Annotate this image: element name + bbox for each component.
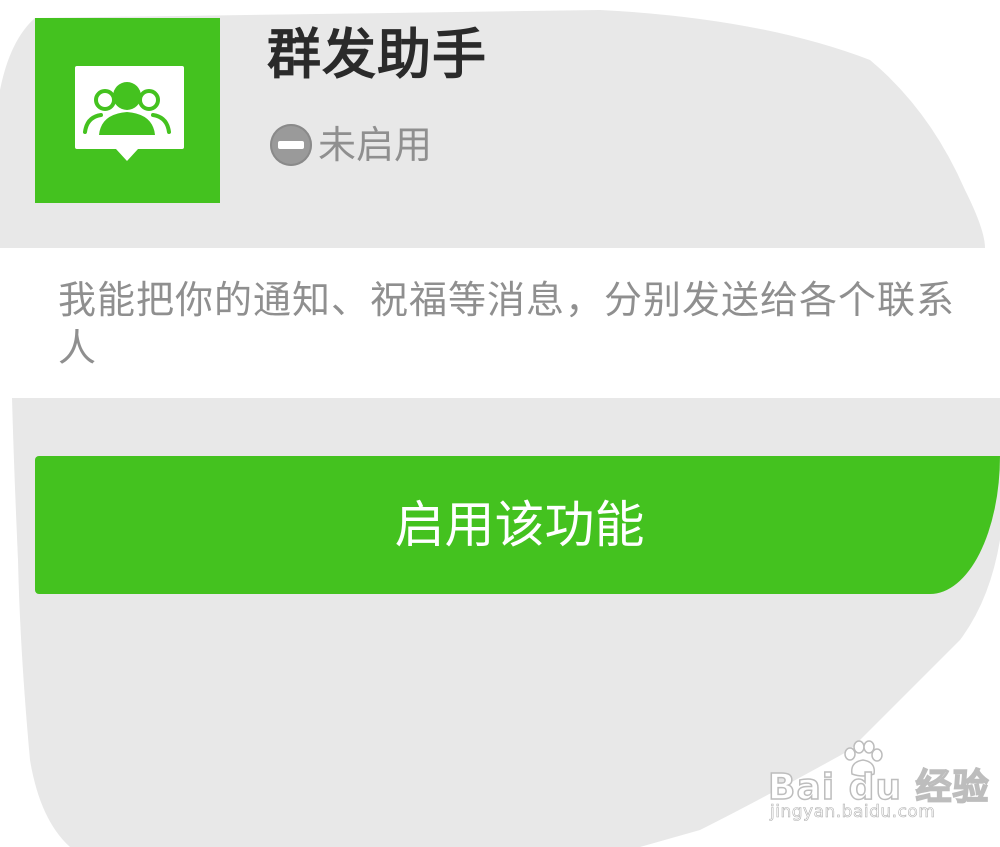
page-title: 群发助手 xyxy=(267,23,487,86)
watermark-url: jingyan.baidu.com xyxy=(770,802,936,823)
status-text: 未启用 xyxy=(318,123,433,167)
screenshot-canvas: 群发助手 未启用 我能把你的通知、祝福等消息，分别发送给各个联系人 启用该功能 … xyxy=(0,0,1000,847)
disabled-icon xyxy=(270,124,312,166)
group-message-icon xyxy=(35,18,220,203)
enable-feature-button[interactable]: 启用该功能 xyxy=(35,456,1000,594)
enable-feature-label: 启用该功能 xyxy=(394,496,645,554)
feature-description: 我能把你的通知、祝福等消息，分别发送给各个联系人 xyxy=(58,278,956,370)
baidu-jingyan-watermark: Bai du 经验 jingyan.baidu.com xyxy=(767,740,989,830)
status-row: 未启用 xyxy=(270,120,432,170)
